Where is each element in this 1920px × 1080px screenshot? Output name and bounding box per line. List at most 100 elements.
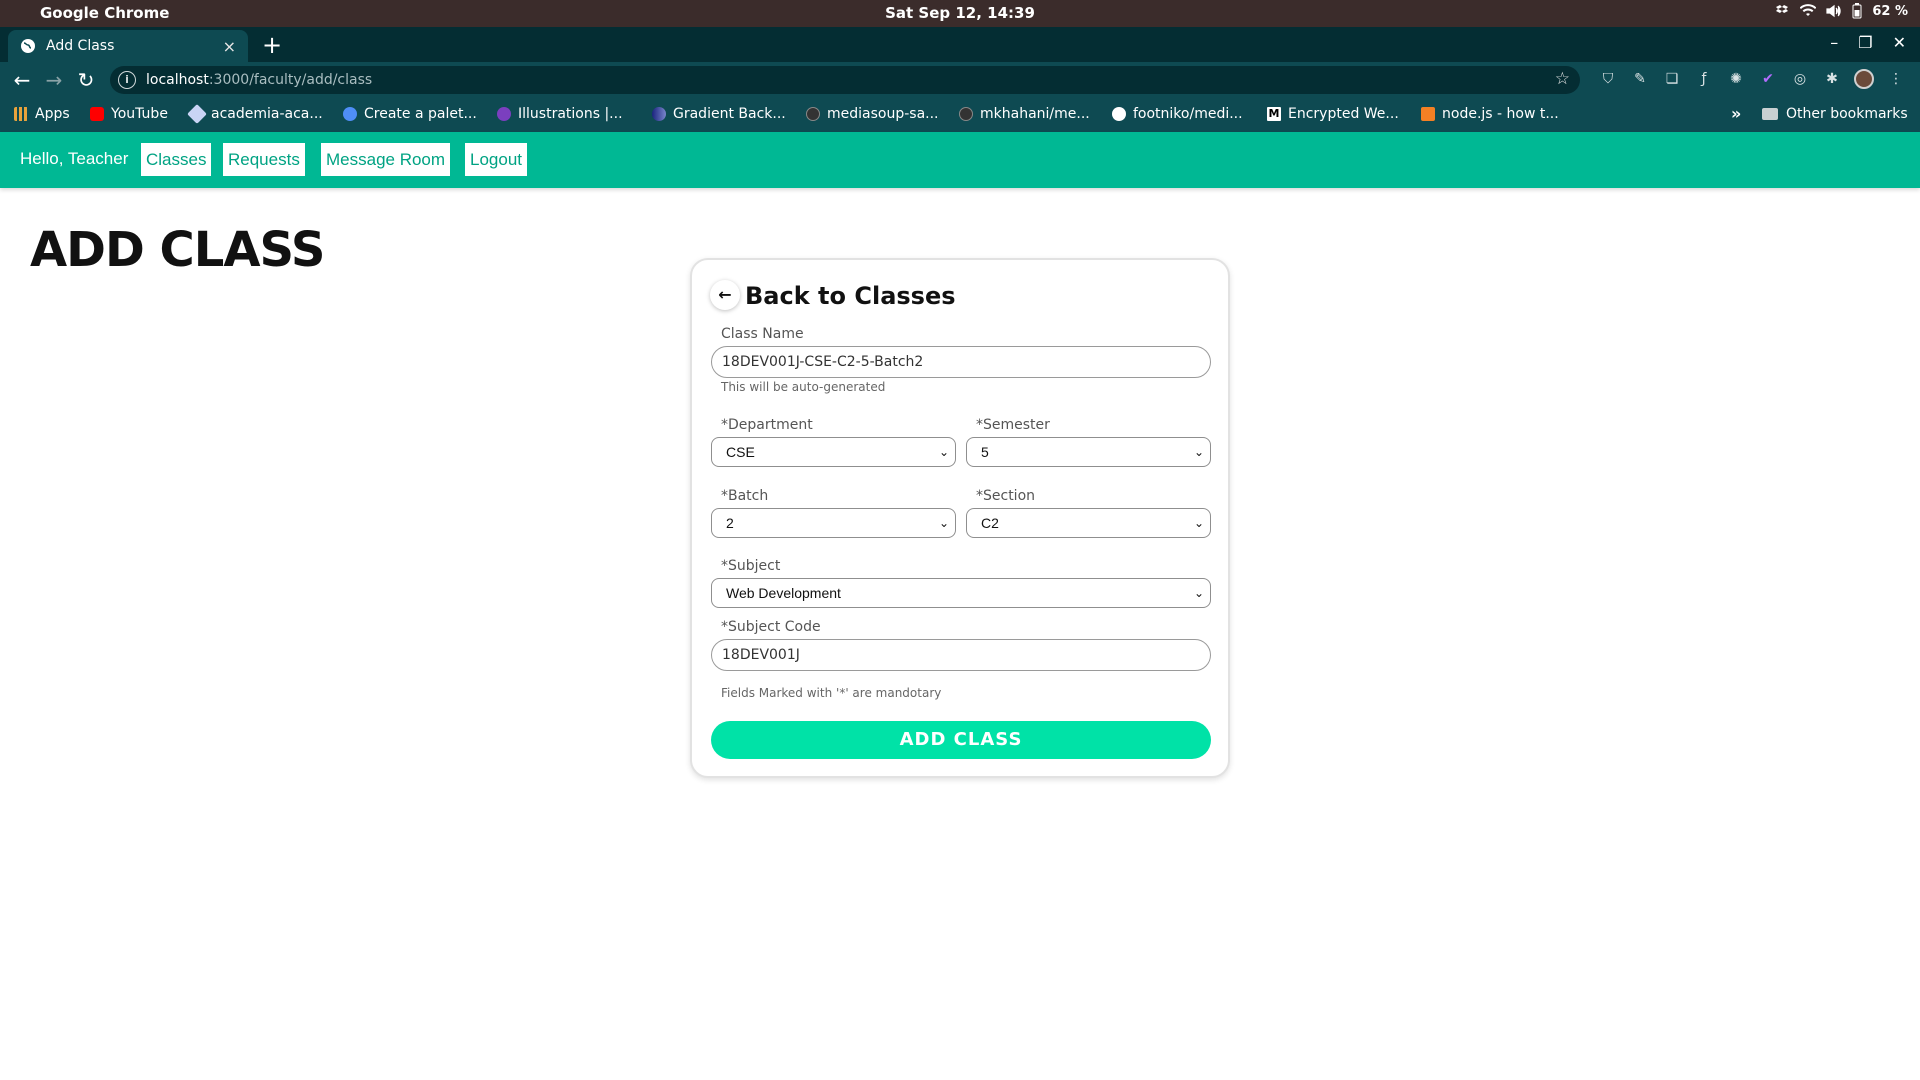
back-arrow-icon[interactable]: ← bbox=[10, 68, 34, 92]
volume-icon[interactable] bbox=[1826, 4, 1842, 18]
os-clock[interactable]: Sat Sep 12, 14:39 bbox=[0, 4, 1920, 22]
github-icon bbox=[806, 107, 820, 121]
back-to-classes-link[interactable]: Back to Classes bbox=[745, 282, 956, 310]
puzzle-extensions-icon[interactable]: ✱ bbox=[1822, 69, 1842, 89]
subject-select[interactable]: Web Development ⌄ bbox=[711, 578, 1211, 608]
semester-value: 5 bbox=[981, 444, 989, 460]
bookmark-apps[interactable]: Apps bbox=[14, 106, 70, 122]
add-class-button[interactable]: ADD CLASS bbox=[711, 721, 1211, 759]
bookmark-illustrations[interactable]: Illustrations |... bbox=[497, 106, 623, 122]
new-tab-button[interactable]: + bbox=[262, 31, 282, 59]
forward-arrow-icon[interactable]: → bbox=[42, 68, 66, 92]
bookmark-mediasoup[interactable]: mediasoup-sa... bbox=[806, 106, 939, 122]
os-system-tray[interactable]: 62 % bbox=[1774, 3, 1908, 19]
function-extension-icon[interactable]: ƒ bbox=[1694, 69, 1714, 89]
restore-icon[interactable]: ❐ bbox=[1858, 33, 1872, 52]
minimize-icon[interactable]: – bbox=[1830, 33, 1838, 52]
subject-code-input[interactable]: 18DEV001J bbox=[711, 639, 1211, 671]
class-name-input[interactable]: 18DEV001J-CSE-C2-5-Batch2 bbox=[711, 346, 1211, 378]
address-bar[interactable]: i localhost:3000/faculty/add/class ☆ bbox=[110, 66, 1580, 94]
bookmark-label: Encrypted We... bbox=[1288, 106, 1399, 122]
shield-extension-icon[interactable]: ⛉ bbox=[1598, 69, 1618, 89]
bookmark-label: mkhahani/me... bbox=[980, 106, 1090, 122]
section-label: *Section bbox=[976, 488, 1036, 504]
globe-icon bbox=[21, 39, 35, 53]
add-class-form-card: ← Back to Classes Class Name 18DEV001J-C… bbox=[690, 258, 1230, 778]
bookmark-label: Apps bbox=[35, 106, 70, 122]
page-title: ADD CLASS bbox=[30, 222, 325, 278]
illustrations-icon bbox=[497, 107, 511, 121]
tab-add-class[interactable]: Add Class × bbox=[8, 30, 248, 62]
close-window-icon[interactable]: ✕ bbox=[1893, 33, 1906, 52]
react-extension-icon[interactable]: ✺ bbox=[1726, 69, 1746, 89]
bookmark-academia[interactable]: academia-aca... bbox=[187, 104, 323, 124]
target-extension-icon[interactable]: ◎ bbox=[1790, 69, 1810, 89]
bookmark-nodejs[interactable]: node.js - how t... bbox=[1421, 106, 1559, 122]
nav-link-classes[interactable]: Classes bbox=[141, 143, 212, 176]
more-bookmarks-chevron-icon[interactable]: » bbox=[1731, 104, 1741, 123]
semester-label: *Semester bbox=[976, 417, 1050, 433]
palette-icon bbox=[343, 107, 357, 121]
tab-title: Add Class bbox=[46, 38, 115, 54]
stackoverflow-icon bbox=[1421, 107, 1435, 121]
batch-label: *Batch bbox=[721, 488, 769, 504]
semester-select[interactable]: 5 ⌄ bbox=[966, 437, 1211, 467]
academia-icon bbox=[187, 104, 207, 124]
subject-code-label: *Subject Code bbox=[721, 619, 821, 635]
class-name-hint: This will be auto-generated bbox=[721, 380, 886, 394]
department-label: *Department bbox=[721, 417, 813, 433]
battery-percent: 62 % bbox=[1872, 3, 1908, 19]
bookmark-youtube[interactable]: YouTube bbox=[90, 106, 168, 122]
chevron-down-icon: ⌄ bbox=[1193, 516, 1204, 530]
dropbox-icon[interactable] bbox=[1774, 3, 1790, 19]
os-top-bar: Google Chrome Sat Sep 12, 14:39 62 % bbox=[0, 0, 1920, 27]
youtube-icon bbox=[90, 107, 104, 121]
site-info-icon[interactable]: i bbox=[118, 71, 136, 89]
check-extension-icon[interactable]: ✔ bbox=[1758, 69, 1778, 89]
kebab-menu-icon[interactable]: ⋮ bbox=[1886, 69, 1906, 89]
profile-avatar[interactable] bbox=[1854, 69, 1874, 89]
back-arrow-icon[interactable]: ← bbox=[710, 280, 740, 310]
close-tab-icon[interactable]: × bbox=[223, 37, 236, 56]
extension-icons: ⛉ ✎ ❏ ƒ ✺ ✔ ◎ ✱ ⋮ bbox=[1598, 69, 1906, 89]
battery-icon[interactable] bbox=[1852, 3, 1862, 19]
subject-value: Web Development bbox=[726, 585, 841, 601]
github-icon bbox=[959, 107, 973, 121]
batch-value: 2 bbox=[726, 515, 734, 531]
bookmark-label: node.js - how t... bbox=[1442, 106, 1559, 122]
bookmark-label: academia-aca... bbox=[211, 106, 323, 122]
section-select[interactable]: C2 ⌄ bbox=[966, 508, 1211, 538]
bookmark-footniko[interactable]: footniko/medi... bbox=[1112, 106, 1243, 122]
bookmark-label: YouTube bbox=[111, 106, 168, 122]
section-value: C2 bbox=[981, 515, 999, 531]
url-path: :3000/faculty/add/class bbox=[208, 72, 373, 88]
department-select[interactable]: CSE ⌄ bbox=[711, 437, 956, 467]
app-navbar: Hello, Teacher Classes Requests Message … bbox=[0, 132, 1920, 188]
url-host: localhost bbox=[146, 72, 209, 88]
other-bookmarks-label: Other bookmarks bbox=[1786, 106, 1908, 122]
bookmark-gradient[interactable]: Gradient Back... bbox=[652, 106, 786, 122]
nav-link-message-room[interactable]: Message Room bbox=[321, 143, 451, 176]
copy-extension-icon[interactable]: ❏ bbox=[1662, 69, 1682, 89]
reload-icon[interactable]: ↻ bbox=[74, 68, 98, 92]
bookmark-star-icon[interactable]: ☆ bbox=[1555, 69, 1570, 89]
batch-select[interactable]: 2 ⌄ bbox=[711, 508, 956, 538]
chevron-down-icon: ⌄ bbox=[1193, 586, 1204, 600]
nav-link-requests[interactable]: Requests bbox=[223, 143, 305, 176]
nav-link-logout[interactable]: Logout bbox=[465, 143, 527, 176]
browser-tab-strip: Add Class × + – ❐ ✕ bbox=[0, 27, 1920, 62]
bookmark-label: mediasoup-sa... bbox=[827, 106, 939, 122]
bookmark-mkhahani[interactable]: mkhahani/me... bbox=[959, 106, 1090, 122]
bookmark-create-palette[interactable]: Create a palet... bbox=[343, 106, 477, 122]
bookmark-encrypted[interactable]: M Encrypted We... bbox=[1267, 106, 1399, 122]
other-bookmarks[interactable]: Other bookmarks bbox=[1762, 106, 1908, 122]
bookmarks-bar: Apps YouTube academia-aca... Create a pa… bbox=[0, 98, 1920, 132]
pen-extension-icon[interactable]: ✎ bbox=[1630, 69, 1650, 89]
bookmark-label: Gradient Back... bbox=[673, 106, 786, 122]
github-icon bbox=[1112, 107, 1126, 121]
wifi-icon[interactable] bbox=[1800, 4, 1817, 18]
window-controls: – ❐ ✕ bbox=[1830, 33, 1906, 52]
chevron-down-icon: ⌄ bbox=[938, 516, 949, 530]
department-value: CSE bbox=[726, 444, 755, 460]
bookmark-label: Illustrations |... bbox=[518, 106, 623, 122]
